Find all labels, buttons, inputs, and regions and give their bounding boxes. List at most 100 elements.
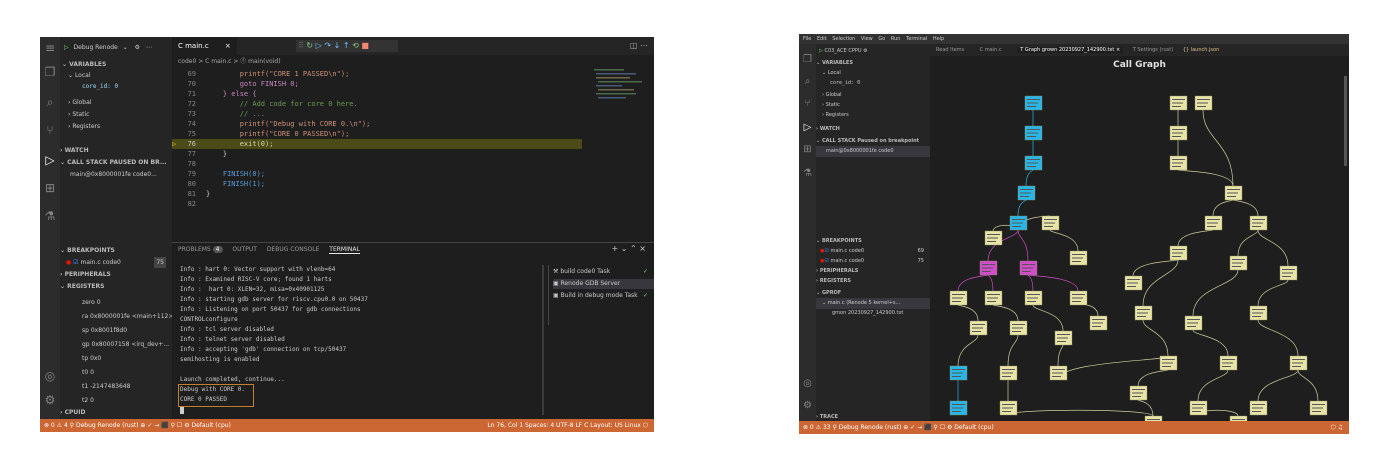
terminal-scrollbar[interactable] <box>542 265 544 415</box>
chevron-down-icon[interactable]: ⌄ <box>621 244 628 253</box>
reload-icon[interactable]: ⟲ <box>352 41 359 50</box>
scope-registers[interactable]: › Registers <box>60 121 172 132</box>
source-control-icon[interactable]: ⑂ <box>40 123 60 137</box>
debug-config-select[interactable]: Debug Renode <box>74 44 118 51</box>
step-out-icon[interactable]: ↑ <box>343 41 350 50</box>
explorer-icon[interactable]: ❐ <box>799 54 816 65</box>
register-row[interactable]: ra 0x8000001fe <main+112> <box>60 311 172 322</box>
settings-gear-icon[interactable]: ⚙ <box>799 400 816 411</box>
menu-selection[interactable]: Selection <box>832 36 855 42</box>
menu-file[interactable]: File <box>803 36 811 42</box>
terminal-output[interactable]: Info : hart 0: Vector support with vlenb… <box>178 265 540 415</box>
account-icon[interactable]: ◎ <box>799 378 816 389</box>
code-editor[interactable]: 69 printf("CORE 1 PASSED\n"); 70 goto FI… <box>172 67 582 235</box>
tab-launch-json[interactable]: {} launch.json <box>1183 47 1219 53</box>
cpuid-section[interactable]: › CPUID <box>60 407 172 418</box>
split-editor-icon[interactable]: ◫ ⋯ <box>630 37 648 55</box>
menu-icon[interactable]: ≡ <box>40 41 60 55</box>
minimap[interactable] <box>592 67 648 127</box>
task-item[interactable]: ▣ Renode GDB Server <box>553 279 654 289</box>
tab-settings[interactable]: T Settings (rust) <box>1133 47 1173 53</box>
variables-section[interactable]: ⌄ VARIABLES <box>60 59 172 70</box>
watch-section[interactable]: › WATCH <box>60 145 172 156</box>
checkbox-icon[interactable]: ☑ <box>824 258 828 264</box>
settings-gear-icon[interactable]: ⚙ <box>40 393 60 407</box>
start-debug-icon[interactable]: ▷ <box>819 48 823 54</box>
extensions-icon[interactable]: ⊞ <box>40 181 60 195</box>
callstack-frame[interactable]: main@0x8000001fe code0... <box>60 169 172 180</box>
gear-icon[interactable]: ⚙ <box>135 44 140 51</box>
gprof-file[interactable]: gmon 20230927_142900.txt <box>816 308 930 319</box>
register-row[interactable]: tp 0x0 <box>60 353 172 364</box>
register-row[interactable]: t2 0 <box>60 395 172 406</box>
close-icon[interactable]: × <box>225 42 231 50</box>
tab-main-c[interactable]: C main.c <box>980 47 1002 53</box>
scope-global[interactable]: › Global <box>60 97 172 108</box>
task-item[interactable]: ▣ Build in debug mode Task ✓ <box>553 291 654 301</box>
restart-icon[interactable]: ↻ <box>306 41 313 50</box>
callstack-frame[interactable]: main@0x8000001fe code0 <box>816 146 930 157</box>
drag-handle-icon[interactable]: ⠿ <box>298 41 304 50</box>
peripherals-section[interactable]: › PERIPHERALS <box>60 269 172 280</box>
scope-registers[interactable]: › Registers <box>816 110 930 121</box>
maximize-icon[interactable]: ⌃ <box>630 244 637 253</box>
status-right[interactable]: Ln 76, Col 1 Spaces: 4 UTF-8 LF C Layout… <box>487 419 648 432</box>
run-debug-icon[interactable]: ▷ <box>799 122 816 133</box>
tab-terminal[interactable]: TERMINAL <box>329 246 360 254</box>
explorer-icon[interactable]: ❐ <box>40 65 60 79</box>
testing-icon[interactable]: ⚗ <box>40 209 60 223</box>
menu-edit[interactable]: Edit <box>817 36 827 42</box>
scope-local[interactable]: ⌄ Local <box>60 70 172 81</box>
register-row[interactable]: sp 0x8001f8d0 <box>60 325 172 336</box>
variable-item[interactable]: core_id: 0 <box>60 81 172 92</box>
tab-graph[interactable]: T Graph grown 20230927_142900.txt × <box>1017 47 1124 53</box>
account-icon[interactable]: ◎ <box>40 369 60 383</box>
status-left[interactable]: ⊗ 0 ⚠ 33 ⚲ Debug Renode (rust) ⊕ ✓ → ⬛ ⚲… <box>803 421 994 434</box>
checkbox-icon[interactable]: ☑ <box>73 259 78 266</box>
watch-section[interactable]: › WATCH <box>816 124 930 135</box>
more-icon[interactable]: ⋯ <box>146 44 152 51</box>
continue-icon[interactable]: ▷ <box>316 41 322 50</box>
tab-debug-console[interactable]: DEBUG CONSOLE <box>267 246 320 253</box>
register-row[interactable]: gp 0x80007158 <irq_dev+... <box>60 339 172 350</box>
run-debug-icon[interactable]: ▷ <box>40 153 60 167</box>
status-right[interactable]: ⬡ ♫ <box>1330 421 1343 434</box>
breakpoint-item[interactable]: ● ☑ main.c code0 75 <box>60 257 172 268</box>
register-row[interactable]: t0 0 <box>60 367 172 378</box>
search-icon[interactable]: ⌕ <box>799 76 816 87</box>
register-row[interactable]: t1 -2147483648 <box>60 381 172 392</box>
new-terminal-icon[interactable]: + <box>612 244 619 253</box>
step-over-icon[interactable]: ↷ <box>324 41 331 50</box>
variable-item[interactable]: core_id: 0 <box>816 78 930 89</box>
status-left[interactable]: ⊗ 0 ⚠ 4 ⚲ Debug Renode (rust) ⊕ ✓ → ⬛ ⚲ … <box>44 419 231 432</box>
gear-icon[interactable]: ⚙ <box>863 48 867 54</box>
stop-icon[interactable]: ■ <box>361 41 369 50</box>
tab-read-items[interactable]: Read Items <box>936 47 964 53</box>
registers-section[interactable]: › REGISTERS <box>816 276 930 287</box>
source-control-icon[interactable]: ⑂ <box>799 98 816 109</box>
menu-help[interactable]: Help <box>933 36 944 42</box>
close-icon[interactable]: × <box>639 244 646 253</box>
chevron-down-icon[interactable]: ⌄ <box>123 44 128 51</box>
step-into-icon[interactable]: ↓ <box>334 41 341 50</box>
checkbox-icon[interactable]: ☑ <box>824 248 828 254</box>
menu-run[interactable]: Run <box>891 36 901 42</box>
debug-config-select[interactable]: C03_ACE CPPU <box>824 48 861 54</box>
registers-section[interactable]: ⌄ REGISTERS <box>60 281 172 292</box>
callstack-section[interactable]: ⌄ CALL STACK PAUSED ON BR... <box>60 157 172 168</box>
search-icon[interactable]: ⌕ <box>40 95 60 110</box>
extensions-icon[interactable]: ⊞ <box>799 144 816 155</box>
graph-scrollbar[interactable] <box>1344 76 1347 166</box>
start-debug-icon[interactable]: ▷ <box>64 44 69 51</box>
scope-static[interactable]: › Static <box>60 109 172 120</box>
tab-main-c[interactable]: C main.c × <box>172 37 237 55</box>
register-row[interactable]: zero 0 <box>60 297 172 308</box>
testing-icon[interactable]: ⚗ <box>799 168 816 179</box>
call-graph-view[interactable]: Call Graph <box>930 56 1349 421</box>
menu-view[interactable]: View <box>861 36 873 42</box>
menu-go[interactable]: Go <box>878 36 885 42</box>
tab-output[interactable]: OUTPUT <box>232 246 256 253</box>
tab-problems[interactable]: PROBLEMS <box>178 246 211 253</box>
breakpoints-section[interactable]: ⌄ BREAKPOINTS <box>60 245 172 256</box>
task-item[interactable]: ⚒ build code0 Task ✓ <box>553 267 654 277</box>
